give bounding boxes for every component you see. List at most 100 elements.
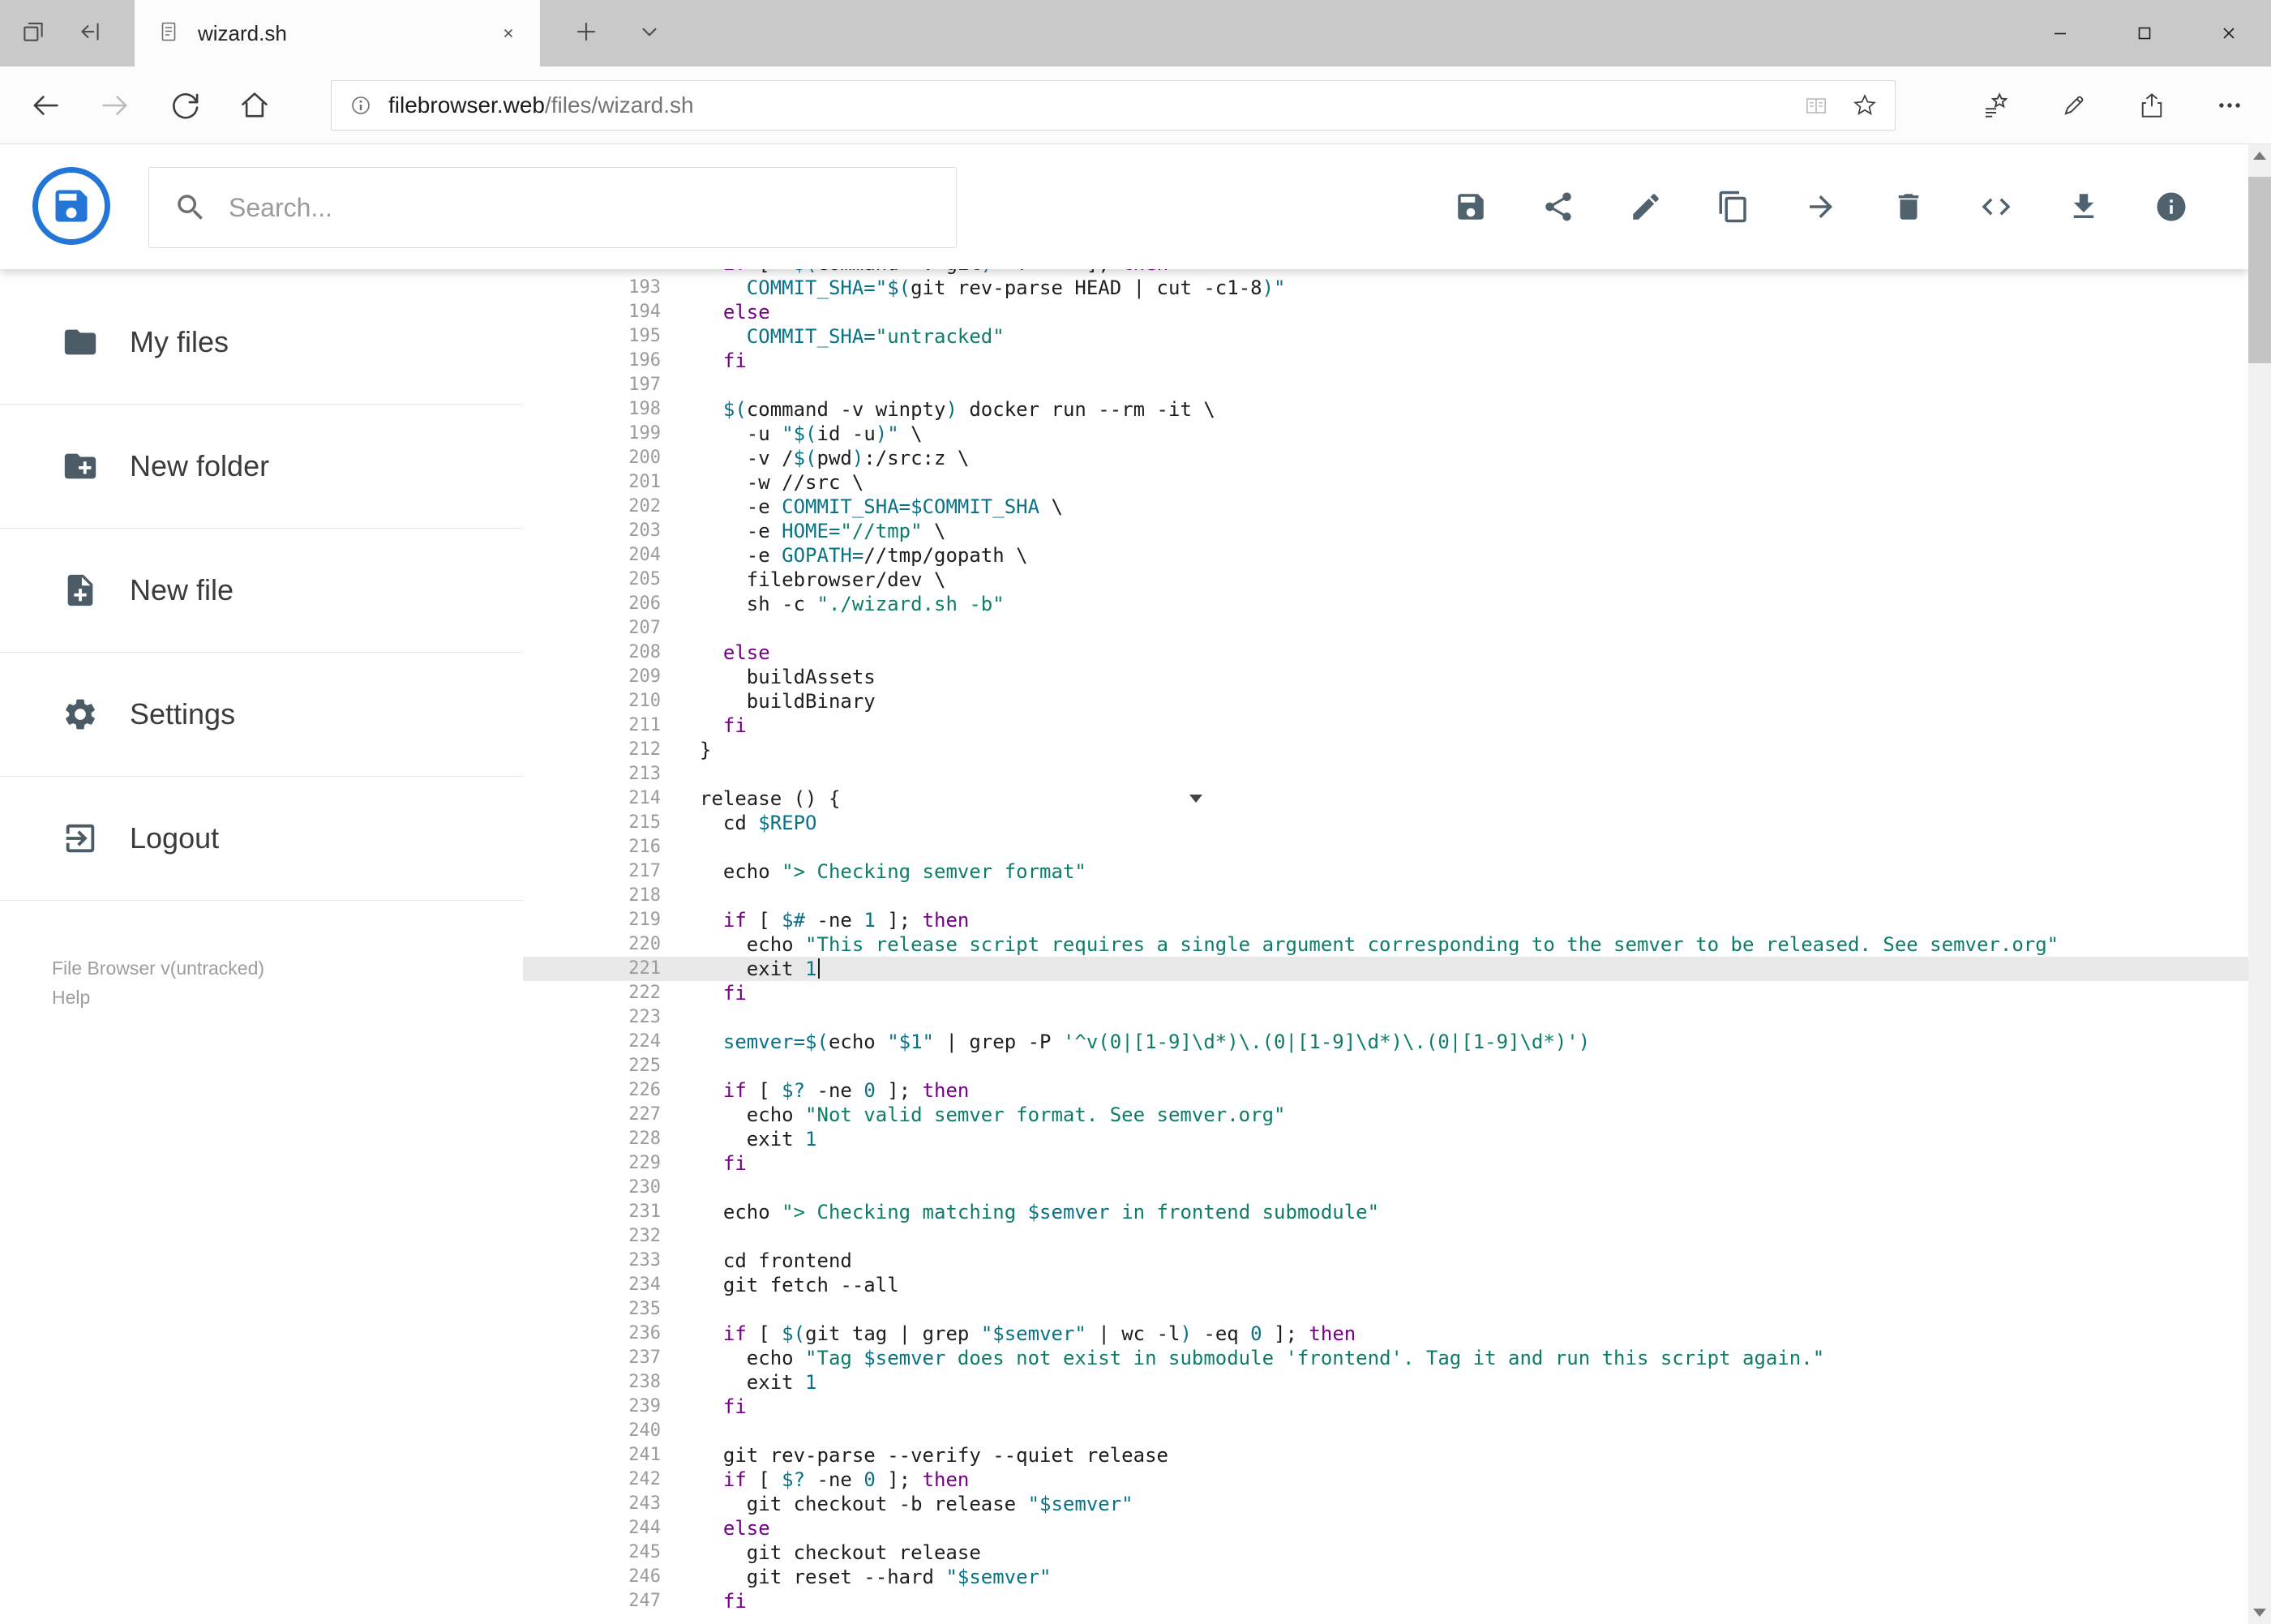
code-line-196[interactable]: 196 fi	[523, 349, 2248, 373]
code-line-207[interactable]: 207	[523, 616, 2248, 641]
code-line-232[interactable]: 232	[523, 1224, 2248, 1249]
code-line-201[interactable]: 201 -w //src \	[523, 470, 2248, 495]
refresh-button[interactable]	[154, 75, 216, 136]
share-button-browser[interactable]	[2123, 75, 2180, 136]
code-line-200[interactable]: 200 -v /$(pwd):/src:z \	[523, 446, 2248, 470]
scroll-up-arrow-icon[interactable]	[2253, 152, 2266, 160]
scroll-down-arrow-icon[interactable]	[2253, 1609, 2266, 1617]
delete-button[interactable]	[1885, 184, 1932, 231]
raw-code-button[interactable]	[1973, 184, 2020, 231]
code-line-215[interactable]: 215 cd $REPO	[523, 811, 2248, 835]
window-maximize-button[interactable]	[2102, 0, 2187, 66]
forward-button[interactable]	[84, 75, 146, 136]
code-line-212[interactable]: 212}	[523, 738, 2248, 762]
sidebar-item-logout[interactable]: Logout	[0, 777, 523, 901]
code-line-222[interactable]: 222 fi	[523, 981, 2248, 1005]
sidebar-item-new-file[interactable]: New file	[0, 529, 523, 653]
code-line-208[interactable]: 208 else	[523, 641, 2248, 665]
window-minimize-button[interactable]	[2018, 0, 2102, 66]
info-button[interactable]	[2148, 184, 2195, 231]
web-note-button[interactable]	[2046, 75, 2102, 136]
code-line-211[interactable]: 211 fi	[523, 713, 2248, 738]
code-line-197[interactable]: 197	[523, 373, 2248, 397]
tab-close-icon[interactable]	[498, 23, 519, 44]
code-line-242[interactable]: 242 if [ $? -ne 0 ]; then	[523, 1468, 2248, 1492]
code-line-239[interactable]: 239 fi	[523, 1395, 2248, 1419]
tabs-set-aside-list-button[interactable]	[6, 0, 60, 66]
code-line-240[interactable]: 240	[523, 1419, 2248, 1443]
code-line-192[interactable]: 192 if [ "$(command -v git)" != "" ]; th…	[523, 269, 2248, 276]
hub-favorites-button[interactable]	[1968, 75, 2025, 136]
code-line-221[interactable]: 221 exit 1	[523, 957, 2248, 981]
help-link[interactable]: Help	[52, 983, 264, 1012]
copy-button[interactable]	[1710, 184, 1757, 231]
share-button[interactable]	[1535, 184, 1582, 231]
code-line-245[interactable]: 245 git checkout release	[523, 1540, 2248, 1565]
code-line-225[interactable]: 225	[523, 1054, 2248, 1078]
code-line-218[interactable]: 218	[523, 884, 2248, 908]
code-line-206[interactable]: 206 sh -c "./wizard.sh -b"	[523, 592, 2248, 616]
code-line-229[interactable]: 229 fi	[523, 1151, 2248, 1176]
sidebar-item-my-files[interactable]: My files	[0, 281, 523, 405]
code-line-246[interactable]: 246 git reset --hard "$semver"	[523, 1565, 2248, 1589]
code-line-199[interactable]: 199 -u "$(id -u)" \	[523, 422, 2248, 446]
save-button[interactable]	[1447, 184, 1494, 231]
code-line-217[interactable]: 217 echo "> Checking semver format"	[523, 859, 2248, 884]
site-info-icon[interactable]	[348, 92, 374, 118]
code-line-209[interactable]: 209 buildAssets	[523, 665, 2248, 689]
code-line-194[interactable]: 194 else	[523, 300, 2248, 324]
move-button[interactable]	[1798, 184, 1845, 231]
code-line-236[interactable]: 236 if [ $(git tag | grep "$semver" | wc…	[523, 1322, 2248, 1346]
code-line-238[interactable]: 238 exit 1	[523, 1370, 2248, 1395]
new-tab-button[interactable]	[559, 0, 613, 66]
more-options-button[interactable]	[2201, 75, 2258, 136]
code-line-193[interactable]: 193 COMMIT_SHA="$(git rev-parse HEAD | c…	[523, 276, 2248, 300]
code-line-227[interactable]: 227 echo "Not valid semver format. See s…	[523, 1103, 2248, 1127]
tab-preview-chevron-button[interactable]	[623, 0, 676, 66]
code-line-228[interactable]: 228 exit 1	[523, 1127, 2248, 1151]
code-line-226[interactable]: 226 if [ $? -ne 0 ]; then	[523, 1078, 2248, 1103]
code-line-235[interactable]: 235	[523, 1297, 2248, 1322]
code-line-198[interactable]: 198 $(command -v winpty) docker run --rm…	[523, 397, 2248, 422]
code-line-230[interactable]: 230	[523, 1176, 2248, 1200]
search-bar[interactable]	[148, 167, 957, 248]
page-scrollbar[interactable]	[2248, 144, 2271, 1624]
code-line-241[interactable]: 241 git rev-parse --verify --quiet relea…	[523, 1443, 2248, 1468]
search-input[interactable]	[229, 192, 932, 223]
code-line-195[interactable]: 195 COMMIT_SHA="untracked"	[523, 324, 2248, 349]
code-line-234[interactable]: 234 git fetch --all	[523, 1273, 2248, 1297]
code-line-243[interactable]: 243 git checkout -b release "$semver"	[523, 1492, 2248, 1516]
code-line-213[interactable]: 213	[523, 762, 2248, 786]
fold-marker-icon[interactable]	[1189, 795, 1202, 803]
code-line-216[interactable]: 216	[523, 835, 2248, 859]
sidebar-item-settings[interactable]: Settings	[0, 653, 523, 777]
code-line-204[interactable]: 204 -e GOPATH=//tmp/gopath \	[523, 543, 2248, 568]
code-line-214[interactable]: 214 release () {	[523, 786, 2248, 811]
download-button[interactable]	[2060, 184, 2107, 231]
home-button[interactable]	[224, 75, 285, 136]
add-favorite-star-icon[interactable]	[1851, 92, 1879, 119]
code-line-205[interactable]: 205 filebrowser/dev \	[523, 568, 2248, 592]
window-close-button[interactable]	[2187, 0, 2271, 66]
reading-view-icon[interactable]	[1802, 92, 1830, 119]
code-line-244[interactable]: 244 else	[523, 1516, 2248, 1540]
code-line-223[interactable]: 223	[523, 1005, 2248, 1030]
code-line-237[interactable]: 237 echo "Tag $semver does not exist in …	[523, 1346, 2248, 1370]
code-line-202[interactable]: 202 -e COMMIT_SHA=$COMMIT_SHA \	[523, 495, 2248, 519]
code-line-231[interactable]: 231 echo "> Checking matching $semver in…	[523, 1200, 2248, 1224]
code-line-233[interactable]: 233 cd frontend	[523, 1249, 2248, 1273]
sidebar-item-new-folder[interactable]: New folder	[0, 405, 523, 529]
code-line-219[interactable]: 219 if [ $# -ne 1 ]; then	[523, 908, 2248, 932]
code-line-220[interactable]: 220 echo "This release script requires a…	[523, 932, 2248, 957]
set-tabs-aside-button[interactable]	[63, 0, 117, 66]
address-bar[interactable]: filebrowser.web/files/wizard.sh	[331, 79, 1896, 131]
back-button[interactable]	[15, 75, 76, 136]
edit-button[interactable]	[1622, 184, 1669, 231]
code-line-210[interactable]: 210 buildBinary	[523, 689, 2248, 713]
filebrowser-logo[interactable]	[32, 167, 110, 245]
code-line-247[interactable]: 247 fi	[523, 1589, 2248, 1613]
code-editor[interactable]: 192 if [ "$(command -v git)" != "" ]; th…	[523, 269, 2248, 1624]
scrollbar-thumb[interactable]	[2248, 177, 2271, 363]
browser-tab[interactable]: wizard.sh	[135, 0, 540, 66]
code-line-203[interactable]: 203 -e HOME="//tmp" \	[523, 519, 2248, 543]
